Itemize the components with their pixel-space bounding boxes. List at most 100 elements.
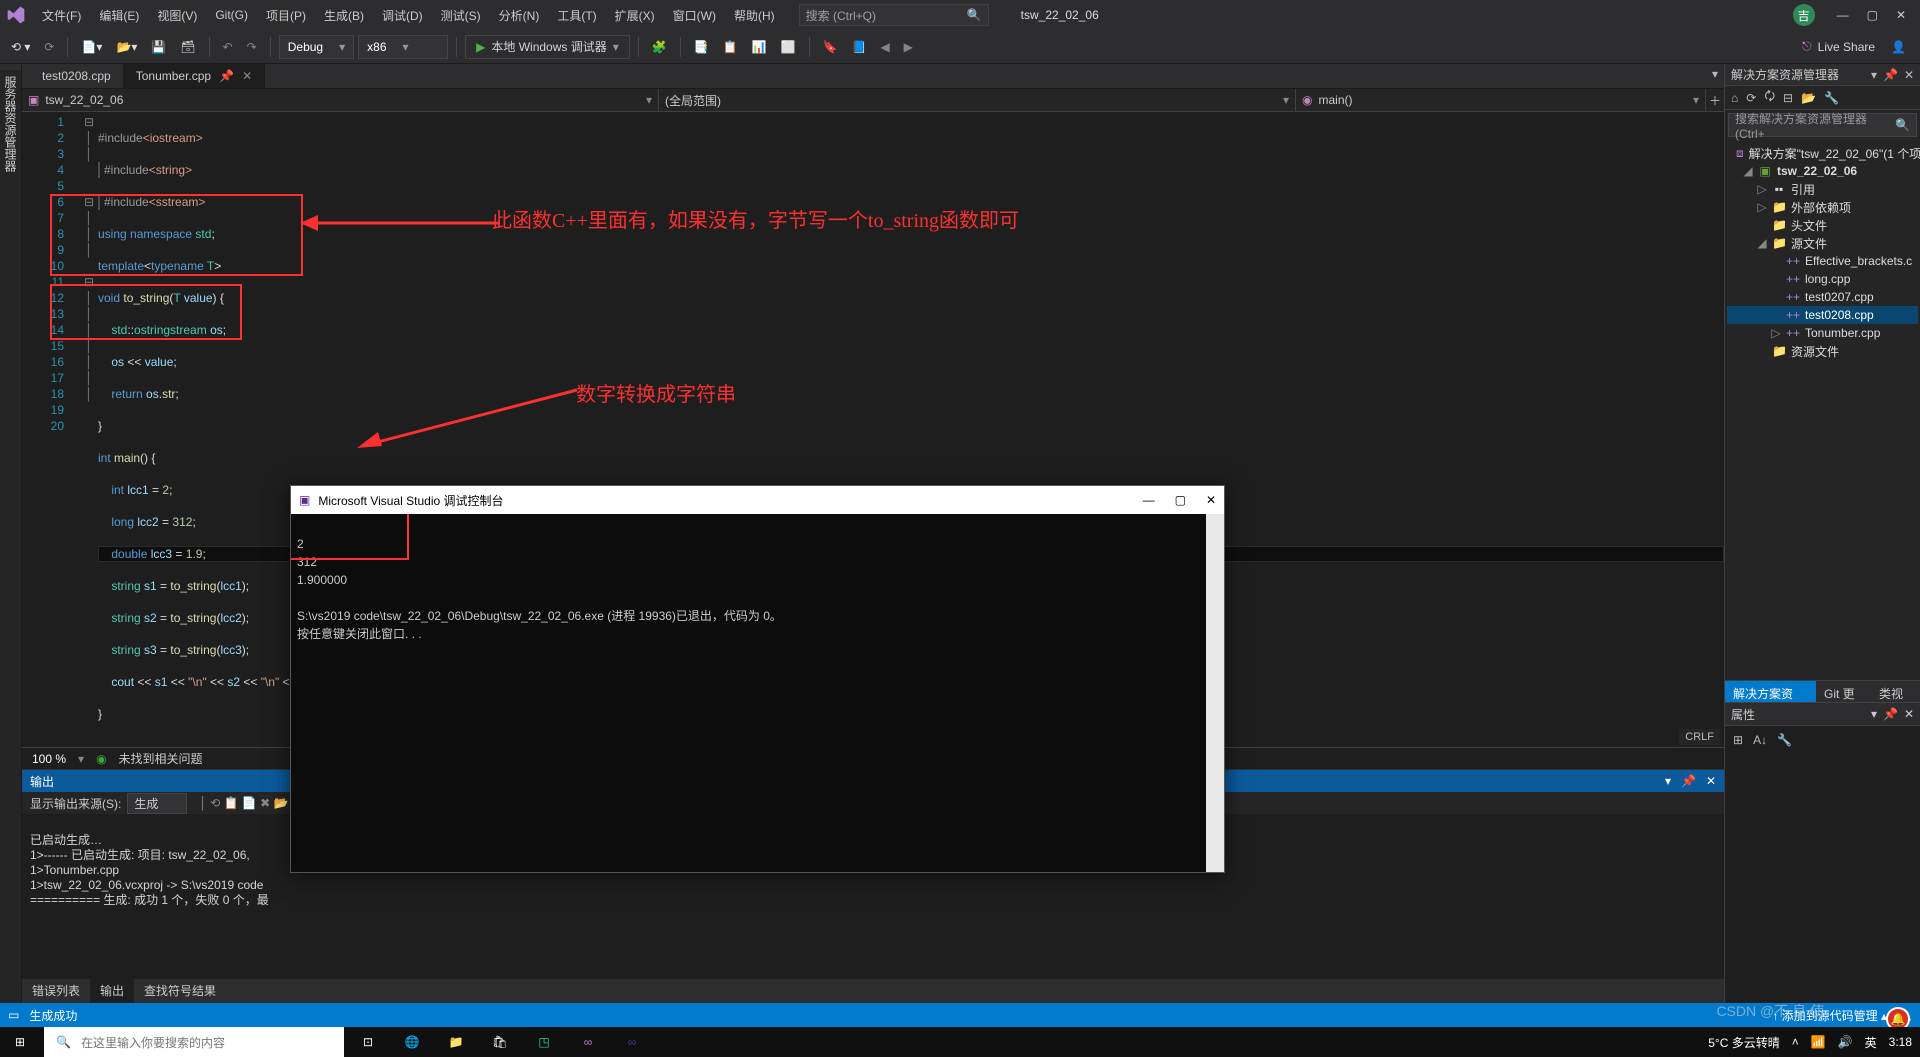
tab-git-changes[interactable]: Git 更改: [1816, 681, 1871, 702]
pin-icon[interactable]: 📌: [1883, 68, 1898, 82]
feedback-icon[interactable]: 👤: [1891, 40, 1906, 54]
tab-find-symbol[interactable]: 查找符号结果: [134, 978, 226, 1003]
tab-error-list[interactable]: 错误列表: [22, 978, 90, 1003]
pin-icon[interactable]: 📌: [1883, 707, 1898, 721]
volume-icon[interactable]: 🔊: [1838, 1035, 1853, 1049]
task-view-icon[interactable]: ⊡: [348, 1035, 388, 1049]
fold-column[interactable]: ⊟││ ⊟│││ ⊟││││ │││: [80, 112, 98, 747]
output-source-select[interactable]: 生成: [127, 793, 187, 814]
pin-icon[interactable]: 📌: [1681, 774, 1696, 788]
solution-search[interactable]: 搜索解决方案资源管理器(Ctrl+ 🔍: [1728, 113, 1917, 137]
menu-project[interactable]: 项目(P): [258, 3, 314, 28]
menu-test[interactable]: 测试(S): [433, 3, 489, 28]
menu-help[interactable]: 帮助(H): [726, 3, 783, 28]
tabs-overflow-icon[interactable]: ▾: [1712, 67, 1718, 81]
home-icon[interactable]: ⌂: [1731, 91, 1738, 105]
close-tab-icon[interactable]: ✕: [242, 69, 252, 83]
pin-icon[interactable]: 📌: [219, 69, 234, 83]
window-maximize-icon[interactable]: ▢: [1175, 493, 1186, 507]
console-scrollbar[interactable]: [1206, 514, 1224, 872]
dropdown-icon[interactable]: ▾: [1665, 774, 1671, 788]
nav-global-scope[interactable]: (全局范围) ▾: [659, 89, 1296, 111]
nav-fwd-button[interactable]: ⟳: [39, 37, 59, 57]
pycharm-icon[interactable]: ◳: [524, 1035, 564, 1049]
user-avatar[interactable]: 吉: [1793, 4, 1815, 26]
refresh-icon[interactable]: 🗘: [1764, 87, 1775, 108]
tab-solution-explorer[interactable]: 解决方案资源...: [1725, 681, 1816, 702]
clock[interactable]: 3:18: [1889, 1035, 1912, 1049]
nav-project-scope[interactable]: ▣ tsw_22_02_06 ▾: [22, 89, 659, 111]
menu-file[interactable]: 文件(F): [34, 3, 89, 28]
console-titlebar[interactable]: ▣ Microsoft Visual Studio 调试控制台 — ▢ ✕: [291, 486, 1224, 514]
toolbar-icon-5[interactable]: ⬜: [776, 37, 801, 57]
taskbar-search[interactable]: 🔍 在这里输入你要搜索的内容: [44, 1027, 344, 1057]
ime-icon[interactable]: 英: [1865, 1034, 1877, 1051]
menu-edit[interactable]: 编辑(E): [91, 3, 147, 28]
system-tray[interactable]: 5°C 多云转晴 ˄ 📶 🔊 英 3:18: [1700, 1034, 1920, 1051]
global-search[interactable]: 搜索 (Ctrl+Q) 🔍: [799, 4, 989, 26]
console-body[interactable]: 2 312 1.900000 S:\vs2019 code\tsw_22_02_…: [291, 514, 1206, 872]
server-explorer-tab[interactable]: 服务器资源管理器: [0, 70, 21, 1003]
window-minimize-icon[interactable]: —: [1143, 493, 1155, 507]
toolbar-icon-9[interactable]: ▶: [899, 37, 918, 57]
store-icon[interactable]: 🛍: [480, 1035, 520, 1049]
toolbar-icon-8[interactable]: ◀: [875, 37, 894, 57]
toolbar-icon-1[interactable]: 🧩: [647, 37, 672, 57]
vs-icon-2[interactable]: ∞: [612, 1035, 652, 1049]
window-close-icon[interactable]: ✕: [1206, 493, 1216, 507]
open-file-button[interactable]: 📂▾: [111, 37, 142, 57]
collapse-icon[interactable]: ⊟: [1783, 91, 1793, 105]
menu-window[interactable]: 窗口(W): [665, 3, 724, 28]
toolbar-icon-4[interactable]: 📊: [747, 37, 772, 57]
zoom-percent[interactable]: 100 %: [32, 752, 66, 766]
vs-icon[interactable]: ∞: [568, 1035, 608, 1049]
menu-tools[interactable]: 工具(T): [549, 3, 604, 28]
editor-tab[interactable]: Tonumber.cpp 📌 ✕: [124, 64, 265, 88]
save-all-button[interactable]: 🗃: [175, 37, 200, 57]
platform-select[interactable]: x86▾: [358, 35, 448, 59]
wrench-icon[interactable]: 🔧: [1777, 733, 1792, 747]
dropdown-icon[interactable]: ▾: [1871, 707, 1877, 721]
run-debug-button[interactable]: ▶本地 Windows 调试器▾: [465, 35, 630, 59]
nav-back-button[interactable]: ⟲ ▾: [6, 37, 35, 57]
sync-icon[interactable]: ⟳: [1746, 91, 1756, 105]
weather-widget[interactable]: 5°C 多云转晴: [1708, 1034, 1779, 1051]
solution-tree[interactable]: ⧈解决方案"tsw_22_02_06"(1 个项 ◢▣tsw_22_02_06 …: [1725, 140, 1920, 680]
window-restore-icon[interactable]: ▢: [1867, 8, 1878, 22]
new-file-button[interactable]: 📄▾: [76, 37, 107, 57]
close-panel-icon[interactable]: ✕: [1706, 774, 1716, 788]
close-panel-icon[interactable]: ✕: [1904, 68, 1914, 82]
tray-chevron-icon[interactable]: ˄: [1792, 1035, 1799, 1049]
add-nav-button[interactable]: ＋: [1706, 92, 1724, 109]
tab-class-view[interactable]: 类视图: [1871, 681, 1920, 702]
menu-analyze[interactable]: 分析(N): [491, 3, 548, 28]
live-share-button[interactable]: ⎋ Live Share 👤: [1794, 39, 1914, 54]
menu-build[interactable]: 生成(B): [316, 3, 372, 28]
toolbar-icon-7[interactable]: 📘: [846, 37, 871, 57]
explorer-icon[interactable]: 📁: [436, 1035, 476, 1049]
editor-tab[interactable]: test0208.cpp: [30, 64, 124, 88]
debug-console-window[interactable]: ▣ Microsoft Visual Studio 调试控制台 — ▢ ✕ 2 …: [290, 485, 1225, 873]
categorize-icon[interactable]: ⊞: [1733, 733, 1743, 747]
toolbar-icon-6[interactable]: 🔖: [818, 37, 843, 57]
close-panel-icon[interactable]: ✕: [1904, 707, 1914, 721]
crlf-label[interactable]: CRLF: [1679, 729, 1720, 745]
config-select[interactable]: Debug▾: [279, 35, 354, 59]
window-minimize-icon[interactable]: —: [1837, 8, 1849, 22]
redo-button[interactable]: ↷: [242, 37, 262, 57]
menu-git[interactable]: Git(G): [207, 4, 256, 26]
menu-view[interactable]: 视图(V): [149, 3, 205, 28]
toolbar-icon-3[interactable]: 📋: [718, 37, 743, 57]
wifi-icon[interactable]: 📶: [1811, 1035, 1826, 1049]
window-close-icon[interactable]: ✕: [1896, 8, 1906, 22]
menu-extensions[interactable]: 扩展(X): [607, 3, 663, 28]
dropdown-icon[interactable]: ▾: [1871, 68, 1877, 82]
properties-icon[interactable]: 🔧: [1824, 91, 1839, 105]
show-all-icon[interactable]: 📂: [1801, 91, 1816, 105]
edge-icon[interactable]: 🌐: [392, 1035, 432, 1049]
tab-output[interactable]: 输出: [90, 978, 134, 1003]
alpha-sort-icon[interactable]: A↓: [1753, 733, 1767, 747]
toolbar-icon-2[interactable]: 📑: [689, 37, 714, 57]
menu-debug[interactable]: 调试(D): [374, 3, 431, 28]
undo-button[interactable]: ↶: [218, 37, 238, 57]
